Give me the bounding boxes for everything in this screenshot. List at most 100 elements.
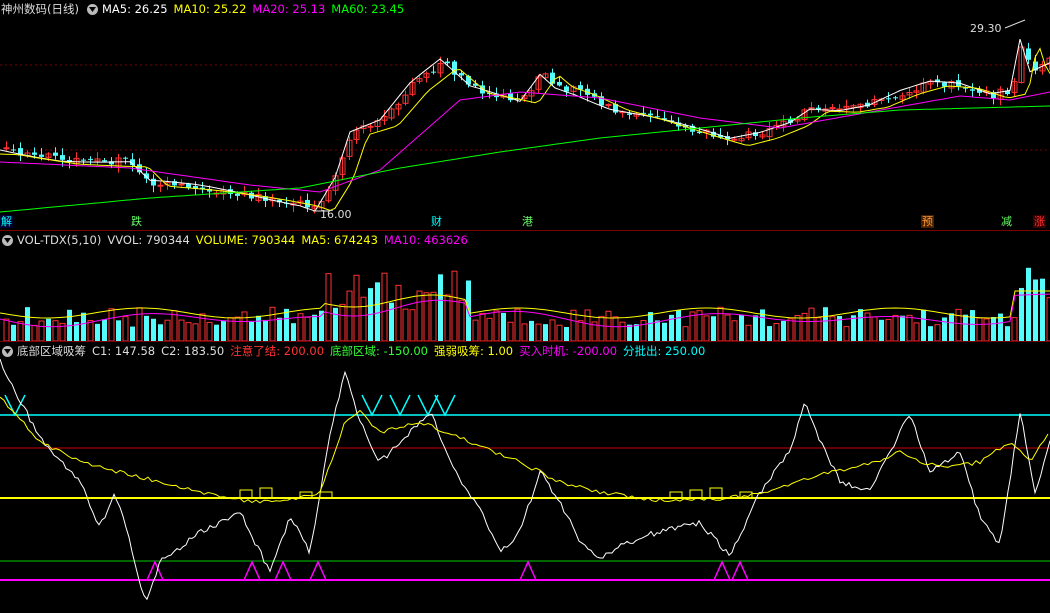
volume-bar [921, 309, 926, 341]
volume-bar [423, 292, 430, 341]
volume-bar [767, 326, 772, 341]
indicator-menu-icon[interactable] [2, 234, 13, 246]
candle-body [367, 125, 374, 128]
volume-bar [976, 317, 983, 341]
volume-bar [430, 291, 437, 341]
candle-body [178, 183, 185, 186]
candle-body [655, 116, 660, 118]
volume-bar [95, 323, 100, 341]
volume-bar [444, 294, 451, 341]
event-marker[interactable]: 港 [521, 215, 534, 228]
candle-body [102, 160, 107, 162]
candle-body [605, 103, 612, 106]
volume-bar [144, 315, 149, 341]
volume-bar [409, 309, 416, 341]
volume-bar [151, 318, 156, 341]
mairu-value: 买入时机: -200.00 [519, 344, 618, 358]
volume-bar [900, 315, 905, 341]
volume-bar [745, 324, 752, 341]
mairu-signal [519, 560, 537, 581]
candle-body [459, 73, 464, 76]
volume-bar [655, 320, 660, 341]
volume-bar [781, 320, 786, 341]
volume-bar [438, 274, 443, 341]
volume-bar [11, 324, 16, 341]
volume-bar [31, 324, 38, 341]
volume-bar [136, 307, 143, 341]
event-marker[interactable]: 解 [0, 215, 13, 228]
volume-bar [934, 324, 941, 341]
candle-body [557, 81, 562, 86]
volume-bar [375, 282, 380, 341]
volume-bar [662, 322, 667, 341]
event-marker[interactable]: 跌 [130, 215, 143, 228]
candle-body [564, 86, 569, 92]
volume-bar [871, 316, 878, 341]
indicator-menu-icon[interactable] [86, 3, 98, 15]
volume-bar [892, 314, 899, 341]
candle-body [151, 178, 156, 186]
volume-bar [458, 299, 465, 341]
indicator-chart[interactable] [0, 342, 1050, 613]
indicator-menu-icon[interactable] [2, 345, 13, 357]
volume-bar [648, 312, 653, 341]
volume-bar [1011, 317, 1018, 341]
fenpi-signal [417, 394, 439, 417]
indicator-name: 底部区域吸筹 [17, 344, 86, 358]
vol-ma10-value: MA10: 463626 [383, 233, 468, 247]
qiangruo-bar [689, 489, 703, 499]
volume-bar [381, 272, 388, 341]
low-price-label: 16.00 [320, 208, 352, 221]
volume-bar [87, 320, 94, 341]
indicator-panel[interactable]: 底部区域吸筹 C1: 147.58 C2: 183.50 注意了结: 200.0… [0, 342, 1050, 613]
volume-bar [339, 303, 346, 341]
vol-ma5-value: MA5: 674243 [301, 233, 378, 247]
volume-bar [991, 317, 996, 341]
candle-body [893, 97, 898, 99]
event-marker[interactable]: 减 [1000, 215, 1013, 228]
event-marker[interactable]: 预 [921, 215, 934, 228]
volume-panel[interactable]: VOL-TDX(5,10) VVOL: 790344 VOLUME: 79034… [0, 231, 1050, 341]
indicator-panel-header: 底部区域吸筹 C1: 147.58 C2: 183.50 注意了结: 200.0… [0, 342, 711, 360]
volume-bar [1005, 326, 1010, 341]
volume-bar [291, 323, 296, 341]
volume-bar [312, 314, 317, 341]
candlestick-chart[interactable] [0, 0, 1050, 230]
volume-bar [885, 319, 892, 341]
candle-body [123, 157, 128, 159]
candle-body [445, 61, 450, 64]
volume-bar [787, 318, 794, 341]
volume-bar [17, 321, 24, 341]
volume-bar [928, 326, 933, 341]
volume-bar [284, 308, 289, 341]
volume-bar [514, 308, 521, 341]
volume-bar [479, 312, 486, 341]
volume-bar [963, 314, 968, 341]
event-marker[interactable]: 涨 [1033, 215, 1046, 228]
volume-bar [46, 318, 51, 341]
volume-bar [466, 280, 471, 341]
volume-bar [703, 315, 710, 341]
event-marker[interactable]: 财 [430, 215, 443, 228]
ma5-value: MA5: 26.25 [101, 2, 168, 16]
candle-body [81, 159, 86, 161]
candle-body [970, 89, 975, 91]
ma20-value: MA20: 25.13 [252, 2, 326, 16]
volume-bar [493, 310, 500, 341]
volume-bar [794, 315, 801, 341]
volume-bar [942, 317, 947, 341]
volume-bar [619, 321, 626, 341]
price-panel[interactable]: 神州数码(日线) MA5: 26.25 MA10: 25.22 MA20: 25… [0, 0, 1050, 230]
volume-bar [851, 315, 856, 341]
volume-bar [612, 316, 619, 341]
volume-bar [277, 317, 282, 341]
candle-body [731, 138, 738, 141]
volume-bar [451, 270, 458, 341]
candle-body [11, 149, 16, 151]
volume-bar [1033, 279, 1038, 341]
volume-bar [823, 307, 828, 341]
candle-body [53, 152, 58, 156]
volume-bar [221, 321, 226, 341]
mairu-signal [274, 560, 292, 581]
volume-bar [640, 319, 647, 341]
